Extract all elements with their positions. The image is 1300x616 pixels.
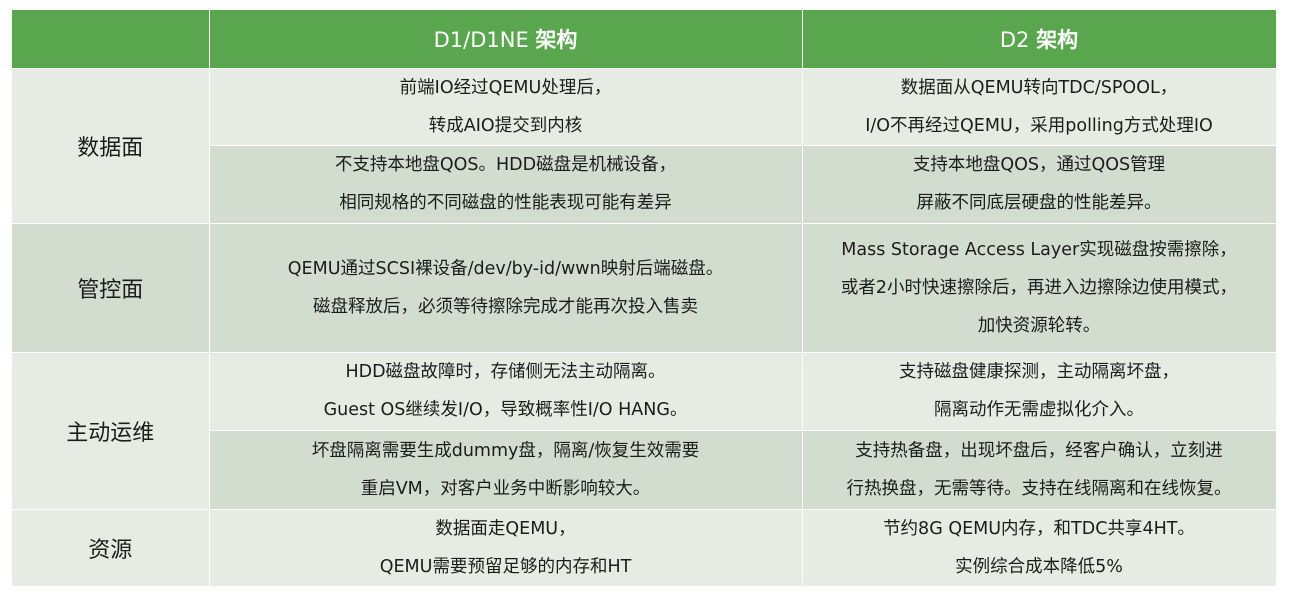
- cell-line: 磁盘释放后，必须等待擦除完成才能再次投入售卖: [313, 296, 698, 317]
- table-row: 主动运维 HDD磁盘故障时，存储侧无法主动隔离。 Guest OS继续发I/O，…: [12, 352, 1277, 510]
- cell-line: 不支持本地盘QOS。HDD磁盘是机械设备，: [334, 155, 677, 176]
- cell-line: 屏蔽不同底层硬盘的性能差异。: [916, 193, 1162, 214]
- table-row: 数据面 前端IO经过QEMU处理后， 转成AIO提交到内核 数据面从QEMU转向…: [12, 68, 1277, 224]
- cell-line: 支持热备盘，出现坏盘后，经客户确认，立刻进: [855, 440, 1223, 461]
- cell-line: 重启VM，对客户业务中断影响较大。: [360, 478, 651, 499]
- table-row: 管控面 QEMU通过SCSI裸设备/dev/by-id/wwn映射后端磁盘。 磁…: [12, 223, 1277, 353]
- cell-resources-d1: 数据面走QEMU， QEMU需要预留足够的内存和HT: [209, 509, 803, 588]
- cell-line: Guest OS继续发I/O，导致概率性I/O HANG。: [323, 400, 688, 421]
- cell-data-plane-d1-a: 前端IO经过QEMU处理后， 转成AIO提交到内核: [209, 68, 803, 146]
- cell-line: 节约8G QEMU内存，和TDC共享4HT。: [883, 518, 1195, 539]
- cell-control-plane-d2: Mass Storage Access Layer实现磁盘按需擦除， 或者2小时…: [802, 223, 1277, 353]
- cell-active-ops-d1-a: HDD磁盘故障时，存储侧无法主动隔离。 Guest OS继续发I/O，导致概率性…: [209, 352, 803, 431]
- row-label-control-plane: 管控面: [12, 223, 210, 353]
- cell-line: I/O不再经过QEMU，采用polling方式处理IO: [865, 115, 1213, 136]
- header-d2: D2 架构: [802, 10, 1277, 69]
- cell-data-plane-d2-a: 数据面从QEMU转向TDC/SPOOL， I/O不再经过QEMU，采用polli…: [802, 68, 1277, 146]
- header-corner-cell: [12, 10, 210, 69]
- table-row: 资源 数据面走QEMU， QEMU需要预留足够的内存和HT 节约8G QEMU内…: [12, 509, 1277, 588]
- cell-line: 实例综合成本降低5%: [955, 556, 1123, 577]
- cell-line: Mass Storage Access Layer实现磁盘按需擦除，: [841, 239, 1237, 260]
- cell-active-ops-d2-a: 支持磁盘健康探测，主动隔离坏盘， 隔离动作无需虚拟化介入。: [802, 352, 1277, 431]
- cell-line: 行热换盘，无需等待。支持在线隔离和在线恢复。: [846, 478, 1232, 499]
- header-row: D1/D1NE 架构 D2 架构: [12, 10, 1277, 69]
- cell-line: 相同规格的不同磁盘的性能表现可能有差异: [339, 193, 672, 214]
- cell-line: 坏盘隔离需要生成dummy盘，隔离/恢复生效需要: [311, 440, 700, 461]
- cell-line: 隔离动作无需虚拟化介入。: [934, 400, 1144, 421]
- cell-line: 转成AIO提交到内核: [428, 115, 583, 136]
- header-d1-arch: 架构: [535, 27, 578, 52]
- row-label-data-plane: 数据面: [12, 68, 210, 224]
- cell-resources-d2: 节约8G QEMU内存，和TDC共享4HT。 实例综合成本降低5%: [802, 509, 1277, 588]
- cell-line: 支持本地盘QOS，通过QOS管理: [912, 155, 1166, 176]
- cell-active-ops-d1-b: 坏盘隔离需要生成dummy盘，隔离/恢复生效需要 重启VM，对客户业务中断影响较…: [209, 430, 803, 510]
- cell-line: 数据面走QEMU，: [435, 518, 576, 539]
- header-d2-name: D2: [999, 27, 1037, 52]
- cell-line: 支持磁盘健康探测，主动隔离坏盘，: [899, 362, 1179, 383]
- header-d1: D1/D1NE 架构: [209, 10, 803, 69]
- cell-active-ops-d2-b: 支持热备盘，出现坏盘后，经客户确认，立刻进 行热换盘，无需等待。支持在线隔离和在…: [802, 430, 1277, 510]
- cell-line: HDD磁盘故障时，存储侧无法主动隔离。: [345, 362, 666, 383]
- cell-control-plane-d1: QEMU通过SCSI裸设备/dev/by-id/wwn映射后端磁盘。 磁盘释放后…: [209, 223, 803, 353]
- cell-line: 加快资源轮转。: [977, 315, 1101, 336]
- header-d1-name: D1/D1NE: [433, 27, 536, 52]
- row-label-resources: 资源: [12, 509, 210, 588]
- row-label-active-ops: 主动运维: [12, 352, 210, 510]
- cell-line: QEMU通过SCSI裸设备/dev/by-id/wwn映射后端磁盘。: [287, 258, 724, 279]
- cell-line: 或者2小时快速擦除后，再进入边擦除边使用模式，: [840, 277, 1238, 298]
- cell-line: 前端IO经过QEMU处理后，: [399, 77, 612, 98]
- cell-data-plane-d2-b: 支持本地盘QOS，通过QOS管理 屏蔽不同底层硬盘的性能差异。: [802, 145, 1277, 224]
- header-d2-arch: 架构: [1036, 27, 1079, 52]
- comparison-table: D1/D1NE 架构 D2 架构 数据面 前端IO经过QEMU处理后， 转成AI…: [12, 10, 1277, 588]
- cell-data-plane-d1-b: 不支持本地盘QOS。HDD磁盘是机械设备， 相同规格的不同磁盘的性能表现可能有差…: [209, 145, 803, 224]
- cell-line: 数据面从QEMU转向TDC/SPOOL，: [900, 77, 1178, 98]
- cell-line: QEMU需要预留足够的内存和HT: [379, 556, 632, 577]
